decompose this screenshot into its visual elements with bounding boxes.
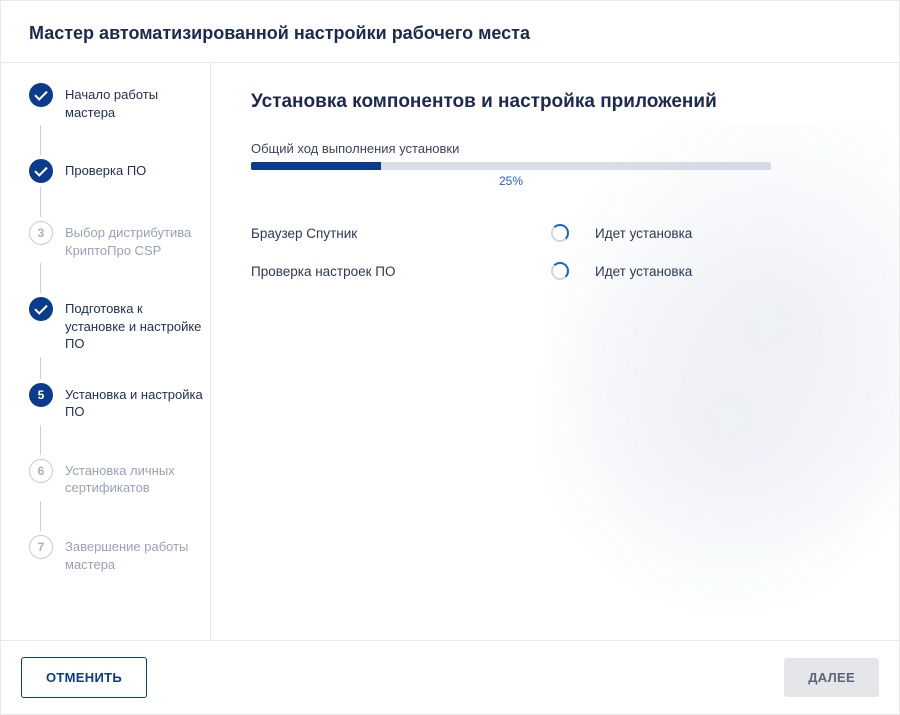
task-name: Браузер Спутник (251, 226, 551, 241)
checkmark-icon (29, 297, 53, 321)
task-name: Проверка настроек ПО (251, 264, 551, 279)
dialog-body: Начало работы мастера Проверка ПО 3 Выбо… (1, 63, 899, 640)
step-3: 3 Выбор дистрибутива КриптоПро CSP (29, 221, 210, 259)
cancel-button[interactable]: ОТМЕНИТЬ (21, 657, 147, 698)
step-label: Проверка ПО (65, 159, 146, 180)
dialog-footer: ОТМЕНИТЬ ДАЛЕЕ (1, 640, 899, 714)
step-connector (40, 125, 41, 155)
step-2: Проверка ПО (29, 159, 210, 183)
step-label: Установка личных сертификатов (65, 459, 205, 497)
step-7: 7 Завершение работы мастера (29, 535, 210, 573)
install-task-row: Проверка настроек ПО Идет установка (251, 252, 811, 290)
task-status: Идет установка (595, 264, 692, 279)
dialog-title: Мастер автоматизированной настройки рабо… (29, 23, 871, 44)
checkmark-icon (29, 159, 53, 183)
task-status: Идет установка (595, 226, 692, 241)
overall-progress-bar (251, 162, 771, 170)
step-label: Выбор дистрибутива КриптоПро CSP (65, 221, 205, 259)
step-4: Подготовка к установке и настройке ПО (29, 297, 210, 353)
dialog-header: Мастер автоматизированной настройки рабо… (1, 1, 899, 63)
step-connector (40, 501, 41, 531)
checkmark-icon (29, 83, 53, 107)
step-connector (40, 357, 41, 379)
spinner-icon (551, 224, 569, 242)
background-eagle-icon (519, 123, 899, 623)
progress-fill (251, 162, 381, 170)
step-label: Установка и настройка ПО (65, 383, 205, 421)
step-6: 6 Установка личных сертификатов (29, 459, 210, 497)
step-number-icon: 3 (29, 221, 53, 245)
install-task-row: Браузер Спутник Идет установка (251, 214, 811, 252)
step-5: 5 Установка и настройка ПО (29, 383, 210, 421)
next-button[interactable]: ДАЛЕЕ (784, 658, 879, 697)
step-number-icon: 6 (29, 459, 53, 483)
progress-label: Общий ход выполнения установки (251, 141, 859, 156)
spinner-icon (551, 262, 569, 280)
wizard-dialog: Мастер автоматизированной настройки рабо… (0, 0, 900, 715)
step-connector (40, 425, 41, 455)
wizard-steps-sidebar: Начало работы мастера Проверка ПО 3 Выбо… (1, 63, 211, 640)
step-label: Начало работы мастера (65, 83, 205, 121)
step-connector (40, 263, 41, 293)
step-connector (40, 187, 41, 217)
progress-percent-text: 25% (251, 174, 771, 188)
step-number-icon: 7 (29, 535, 53, 559)
step-label: Подготовка к установке и настройке ПО (65, 297, 205, 353)
panel-heading: Установка компонентов и настройка прилож… (251, 91, 859, 113)
step-number-icon: 5 (29, 383, 53, 407)
main-panel: Установка компонентов и настройка прилож… (211, 63, 899, 640)
step-label: Завершение работы мастера (65, 535, 205, 573)
step-1: Начало работы мастера (29, 83, 210, 121)
